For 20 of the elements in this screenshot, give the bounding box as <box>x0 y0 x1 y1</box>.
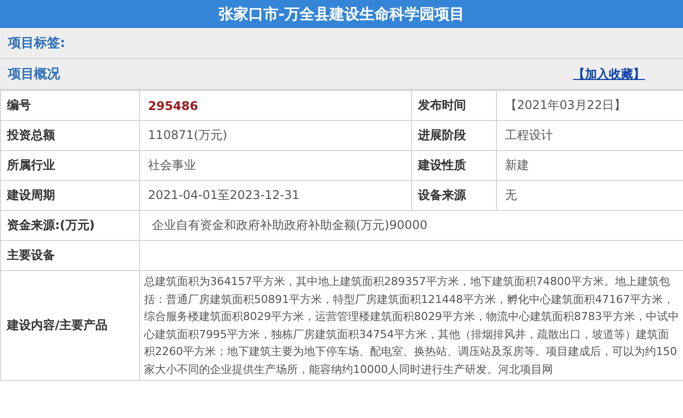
field-label: 所属行业 <box>0 150 140 180</box>
add-favorite-link[interactable]: 【加入收藏】 <box>573 66 645 82</box>
field-label: 设备来源 <box>412 180 496 210</box>
field-label: 投资总额 <box>0 120 140 150</box>
field-label: 发布时间 <box>412 90 496 120</box>
field-label: 进展阶段 <box>412 120 496 150</box>
field-label: 建设内容/主要产品 <box>0 270 140 380</box>
field-label: 资金来源:(万元) <box>0 210 140 240</box>
field-label: 主要设备 <box>0 240 140 270</box>
tags-label: 项目标签: <box>8 35 66 52</box>
field-value: 2021-04-01至2023-12-31 <box>140 180 412 210</box>
field-value: 【2021年03月22日】 <box>496 90 683 120</box>
field-value: 社会事业 <box>140 150 412 180</box>
project-number: 295486 <box>140 90 412 120</box>
field-label: 建设周期 <box>0 180 140 210</box>
field-label: 编号 <box>0 90 140 120</box>
overview-label: 项目概况 <box>8 66 60 83</box>
field-label: 建设性质 <box>412 150 496 180</box>
field-value: 110871(万元) <box>140 120 412 150</box>
page-title: 张家口市-万全县建设生命科学园项目 <box>0 0 683 28</box>
